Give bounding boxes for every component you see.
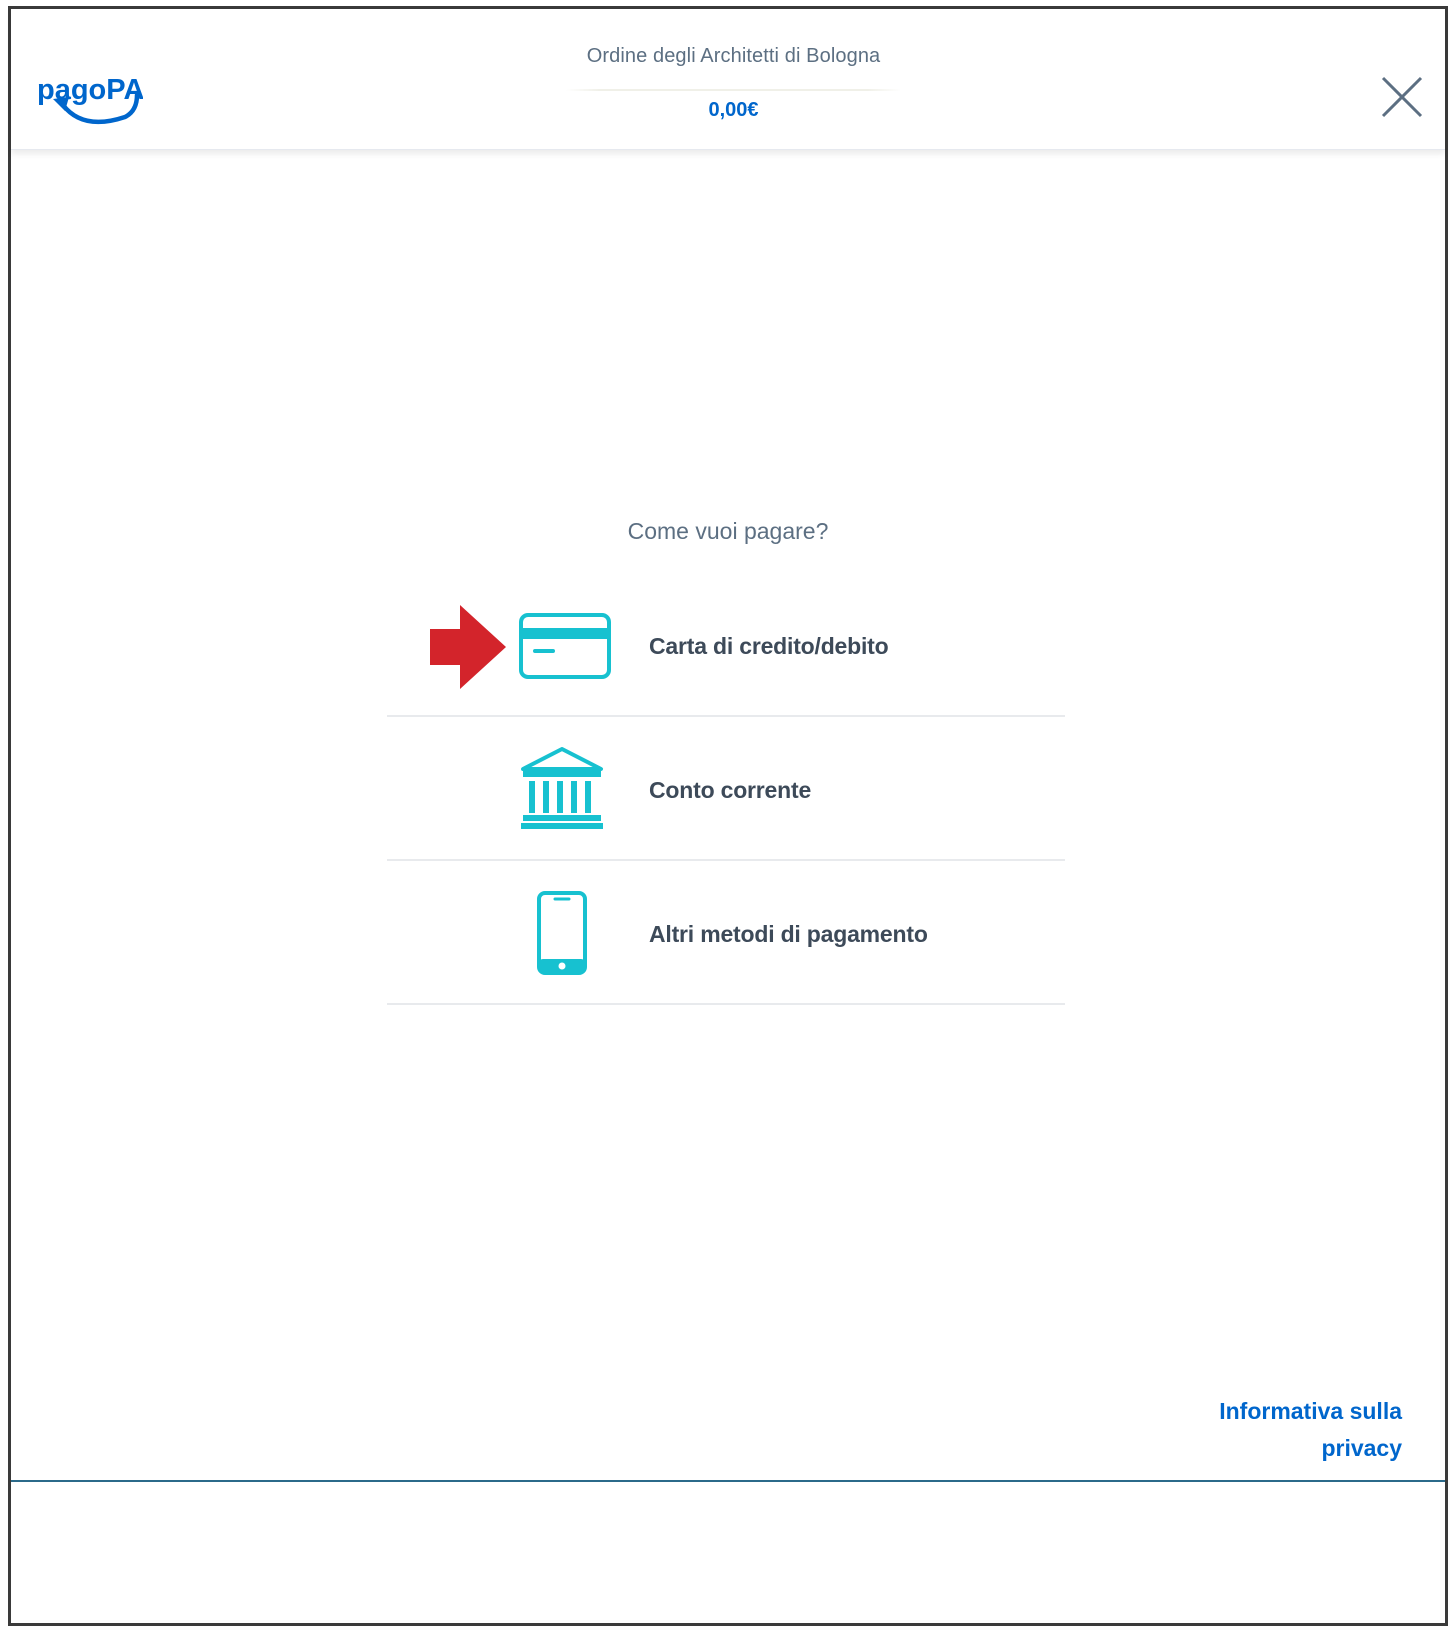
payment-method-prompt: Come vuoi pagare? [627, 518, 829, 544]
method-credit-card[interactable]: Carta di credito/debito [387, 573, 1065, 717]
credit-card-icon [519, 613, 611, 679]
footer-divider [11, 1480, 1445, 1482]
method-label: Altri metodi di pagamento [649, 921, 928, 947]
method-label: Carta di credito/debito [649, 633, 889, 659]
privacy-link-line2: privacy [1321, 1435, 1402, 1461]
method-bank-account[interactable]: Conto corrente [387, 717, 1065, 861]
pagopa-logo[interactable]: pagoPA [33, 65, 143, 137]
privacy-link-line1: Informativa sulla [1219, 1398, 1402, 1424]
payment-methods-list: Carta di credito/debito Conto corrente A… [387, 573, 1065, 1005]
payment-amount: 0,00€ [708, 99, 759, 121]
svg-text:pagoPA: pagoPA [37, 74, 143, 106]
close-button[interactable] [1379, 74, 1425, 120]
organization-name: Ordine degli Architetti di Bologna [586, 45, 881, 67]
header: pagoPA Ordine degli Architetti di Bologn… [11, 9, 1445, 150]
privacy-link[interactable]: Informativa sulla privacy [1219, 1393, 1402, 1467]
divider [566, 89, 901, 91]
close-icon [1381, 76, 1423, 118]
payment-summary: Ordine degli Architetti di Bologna 0,00€ [556, 45, 911, 122]
smartphone-icon [537, 891, 587, 975]
bank-icon [521, 747, 603, 829]
method-label: Conto corrente [649, 777, 812, 803]
method-other-payments[interactable]: Altri metodi di pagamento [387, 861, 1065, 1005]
